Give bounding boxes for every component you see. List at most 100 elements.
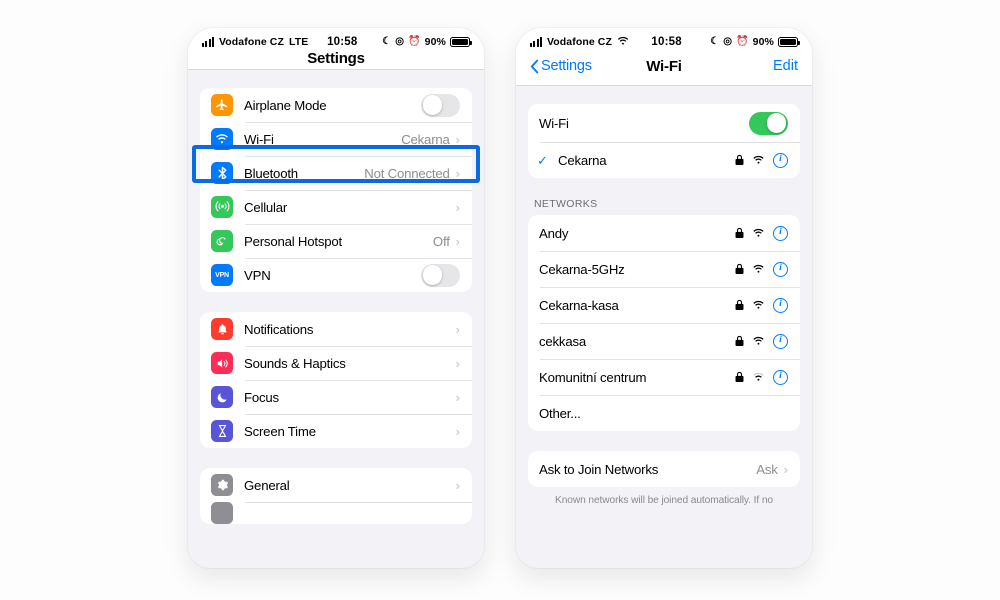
info-button[interactable]: i — [773, 333, 788, 349]
info-button[interactable]: i — [773, 152, 788, 168]
location-icon: ◎ — [395, 36, 405, 47]
carrier-label: Vodafone CZ — [546, 36, 613, 48]
network-indicators: i — [735, 369, 788, 385]
settings-row-label: General — [244, 477, 290, 493]
chevron-right-icon: › — [455, 199, 460, 215]
wifi-current-network: Cekarna — [401, 131, 450, 147]
settings-row-vpn[interactable]: VPN VPN — [200, 258, 472, 292]
wifi-signal-icon — [752, 336, 765, 346]
chevron-right-icon: › — [455, 321, 460, 337]
chevron-right-icon: › — [455, 355, 460, 371]
network-indicators: i — [735, 261, 788, 277]
settings-row-airplane-mode[interactable]: Airplane Mode — [200, 88, 472, 122]
edit-button[interactable]: Edit — [773, 58, 798, 74]
ask-to-join-row[interactable]: Ask to Join Networks Ask › — [528, 451, 800, 487]
info-button[interactable]: i — [773, 261, 788, 277]
settings-row-label: Cellular — [244, 199, 288, 215]
settings-row-wifi[interactable]: Wi-Fi Cekarna › — [200, 122, 472, 156]
chevron-right-icon: › — [783, 461, 788, 477]
gear-icon — [211, 474, 233, 496]
settings-row-label: Bluetooth — [244, 165, 298, 181]
checkmark-icon: ✓ — [537, 152, 548, 168]
settings-row-screen-time[interactable]: Screen Time › — [200, 414, 472, 448]
lock-icon — [735, 154, 744, 166]
settings-row-sounds-haptics[interactable]: Sounds & Haptics › — [200, 346, 472, 380]
network-name: cekkasa — [539, 333, 586, 349]
wifi-signal-icon — [752, 228, 765, 238]
clock-label: 10:58 — [327, 36, 358, 48]
settings-row-personal-hotspot[interactable]: Personal Hotspot Off › — [200, 224, 472, 258]
bluetooth-status: Not Connected — [364, 165, 450, 181]
settings-row-label: VPN — [244, 267, 271, 283]
status-bar-left-group: Vodafone CZ — [530, 36, 629, 49]
chevron-right-icon: › — [455, 423, 460, 439]
info-button[interactable]: i — [773, 225, 788, 241]
status-bar-right: Vodafone CZ 10:58 ☾ ◎ ⏰ 90% — [516, 28, 812, 52]
settings-row-label: Sounds & Haptics — [244, 355, 346, 371]
page-title: Settings — [307, 49, 365, 67]
network-name: Komunitní centrum — [539, 369, 647, 385]
network-name: Cekarna-kasa — [539, 297, 619, 313]
network-indicators: i — [735, 225, 788, 241]
wifi-icon — [211, 128, 233, 150]
lock-icon — [735, 335, 744, 347]
airplane-mode-toggle[interactable] — [421, 93, 460, 117]
network-row-other[interactable]: Other... — [528, 395, 800, 431]
wifi-status-group: Wi-Fi ✓ Cekarna i — [528, 104, 800, 178]
network-indicators: i — [735, 333, 788, 349]
phone-left-settings: Vodafone CZ LTE 10:58 ☾ ◎ ⏰ 90% Settings — [188, 28, 484, 568]
control-center-icon — [211, 502, 233, 524]
wifi-toggle-row[interactable]: Wi-Fi — [528, 104, 800, 142]
hotspot-icon — [211, 230, 233, 252]
battery-percent-label: 90% — [752, 36, 774, 48]
network-row[interactable]: cekkasa i — [528, 323, 800, 359]
moon-icon: ☾ — [382, 36, 392, 47]
settings-row-partial[interactable] — [200, 502, 472, 524]
signal-bars-icon — [202, 37, 214, 47]
screenshot-canvas: Vodafone CZ LTE 10:58 ☾ ◎ ⏰ 90% Settings — [0, 0, 1000, 600]
networks-section-header: NETWORKS — [534, 198, 598, 210]
moon-icon: ☾ — [710, 36, 720, 47]
back-button-label: Settings — [541, 58, 592, 74]
alarm-icon: ⏰ — [408, 36, 421, 47]
network-row[interactable]: Komunitní centrum i — [528, 359, 800, 395]
wifi-toggle[interactable] — [749, 111, 788, 135]
settings-row-label: Focus — [244, 389, 279, 405]
wifi-signal-icon — [752, 300, 765, 310]
vpn-icon: VPN — [211, 264, 233, 286]
info-button[interactable]: i — [773, 297, 788, 313]
cellular-icon — [211, 196, 233, 218]
network-name: Andy — [539, 225, 569, 241]
settings-row-cellular[interactable]: Cellular › — [200, 190, 472, 224]
nav-bar-right: Settings Wi-Fi Edit — [516, 52, 812, 86]
network-indicators: i — [735, 152, 788, 168]
settings-row-general[interactable]: General › — [200, 468, 472, 502]
bluetooth-icon — [211, 162, 233, 184]
clock-label: 10:58 — [651, 36, 682, 48]
battery-percent-label: 90% — [424, 36, 446, 48]
settings-row-label: Airplane Mode — [244, 97, 327, 113]
chevron-right-icon: › — [455, 477, 460, 493]
network-row[interactable]: Cekarna-5GHz i — [528, 251, 800, 287]
settings-row-label: Wi-Fi — [244, 131, 274, 147]
connected-network-row[interactable]: ✓ Cekarna i — [528, 142, 800, 178]
bell-icon — [211, 318, 233, 340]
info-button[interactable]: i — [773, 369, 788, 385]
wifi-scroll-area[interactable]: Wi-Fi ✓ Cekarna i NETWORKS Andy i Cekarn… — [516, 86, 812, 564]
settings-row-bluetooth[interactable]: Bluetooth Not Connected › — [200, 156, 472, 190]
vpn-toggle[interactable] — [421, 263, 460, 287]
settings-row-focus[interactable]: Focus › — [200, 380, 472, 414]
battery-icon — [450, 37, 472, 47]
settings-row-notifications[interactable]: Notifications › — [200, 312, 472, 346]
network-row[interactable]: Cekarna-kasa i — [528, 287, 800, 323]
moon-icon — [211, 386, 233, 408]
settings-row-label: Notifications — [244, 321, 314, 337]
back-button[interactable]: Settings — [530, 58, 592, 74]
ask-to-join-value: Ask — [756, 461, 778, 477]
network-name: Other... — [539, 405, 581, 421]
chevron-right-icon: › — [455, 233, 460, 249]
available-networks-group: Andy i Cekarna-5GHz i Cekarna-kasa i cek… — [528, 215, 800, 431]
network-row[interactable]: Andy i — [528, 215, 800, 251]
lock-icon — [735, 299, 744, 311]
settings-scroll-area[interactable]: Airplane Mode Wi-Fi Cekarna › Bluetooth — [188, 70, 484, 548]
